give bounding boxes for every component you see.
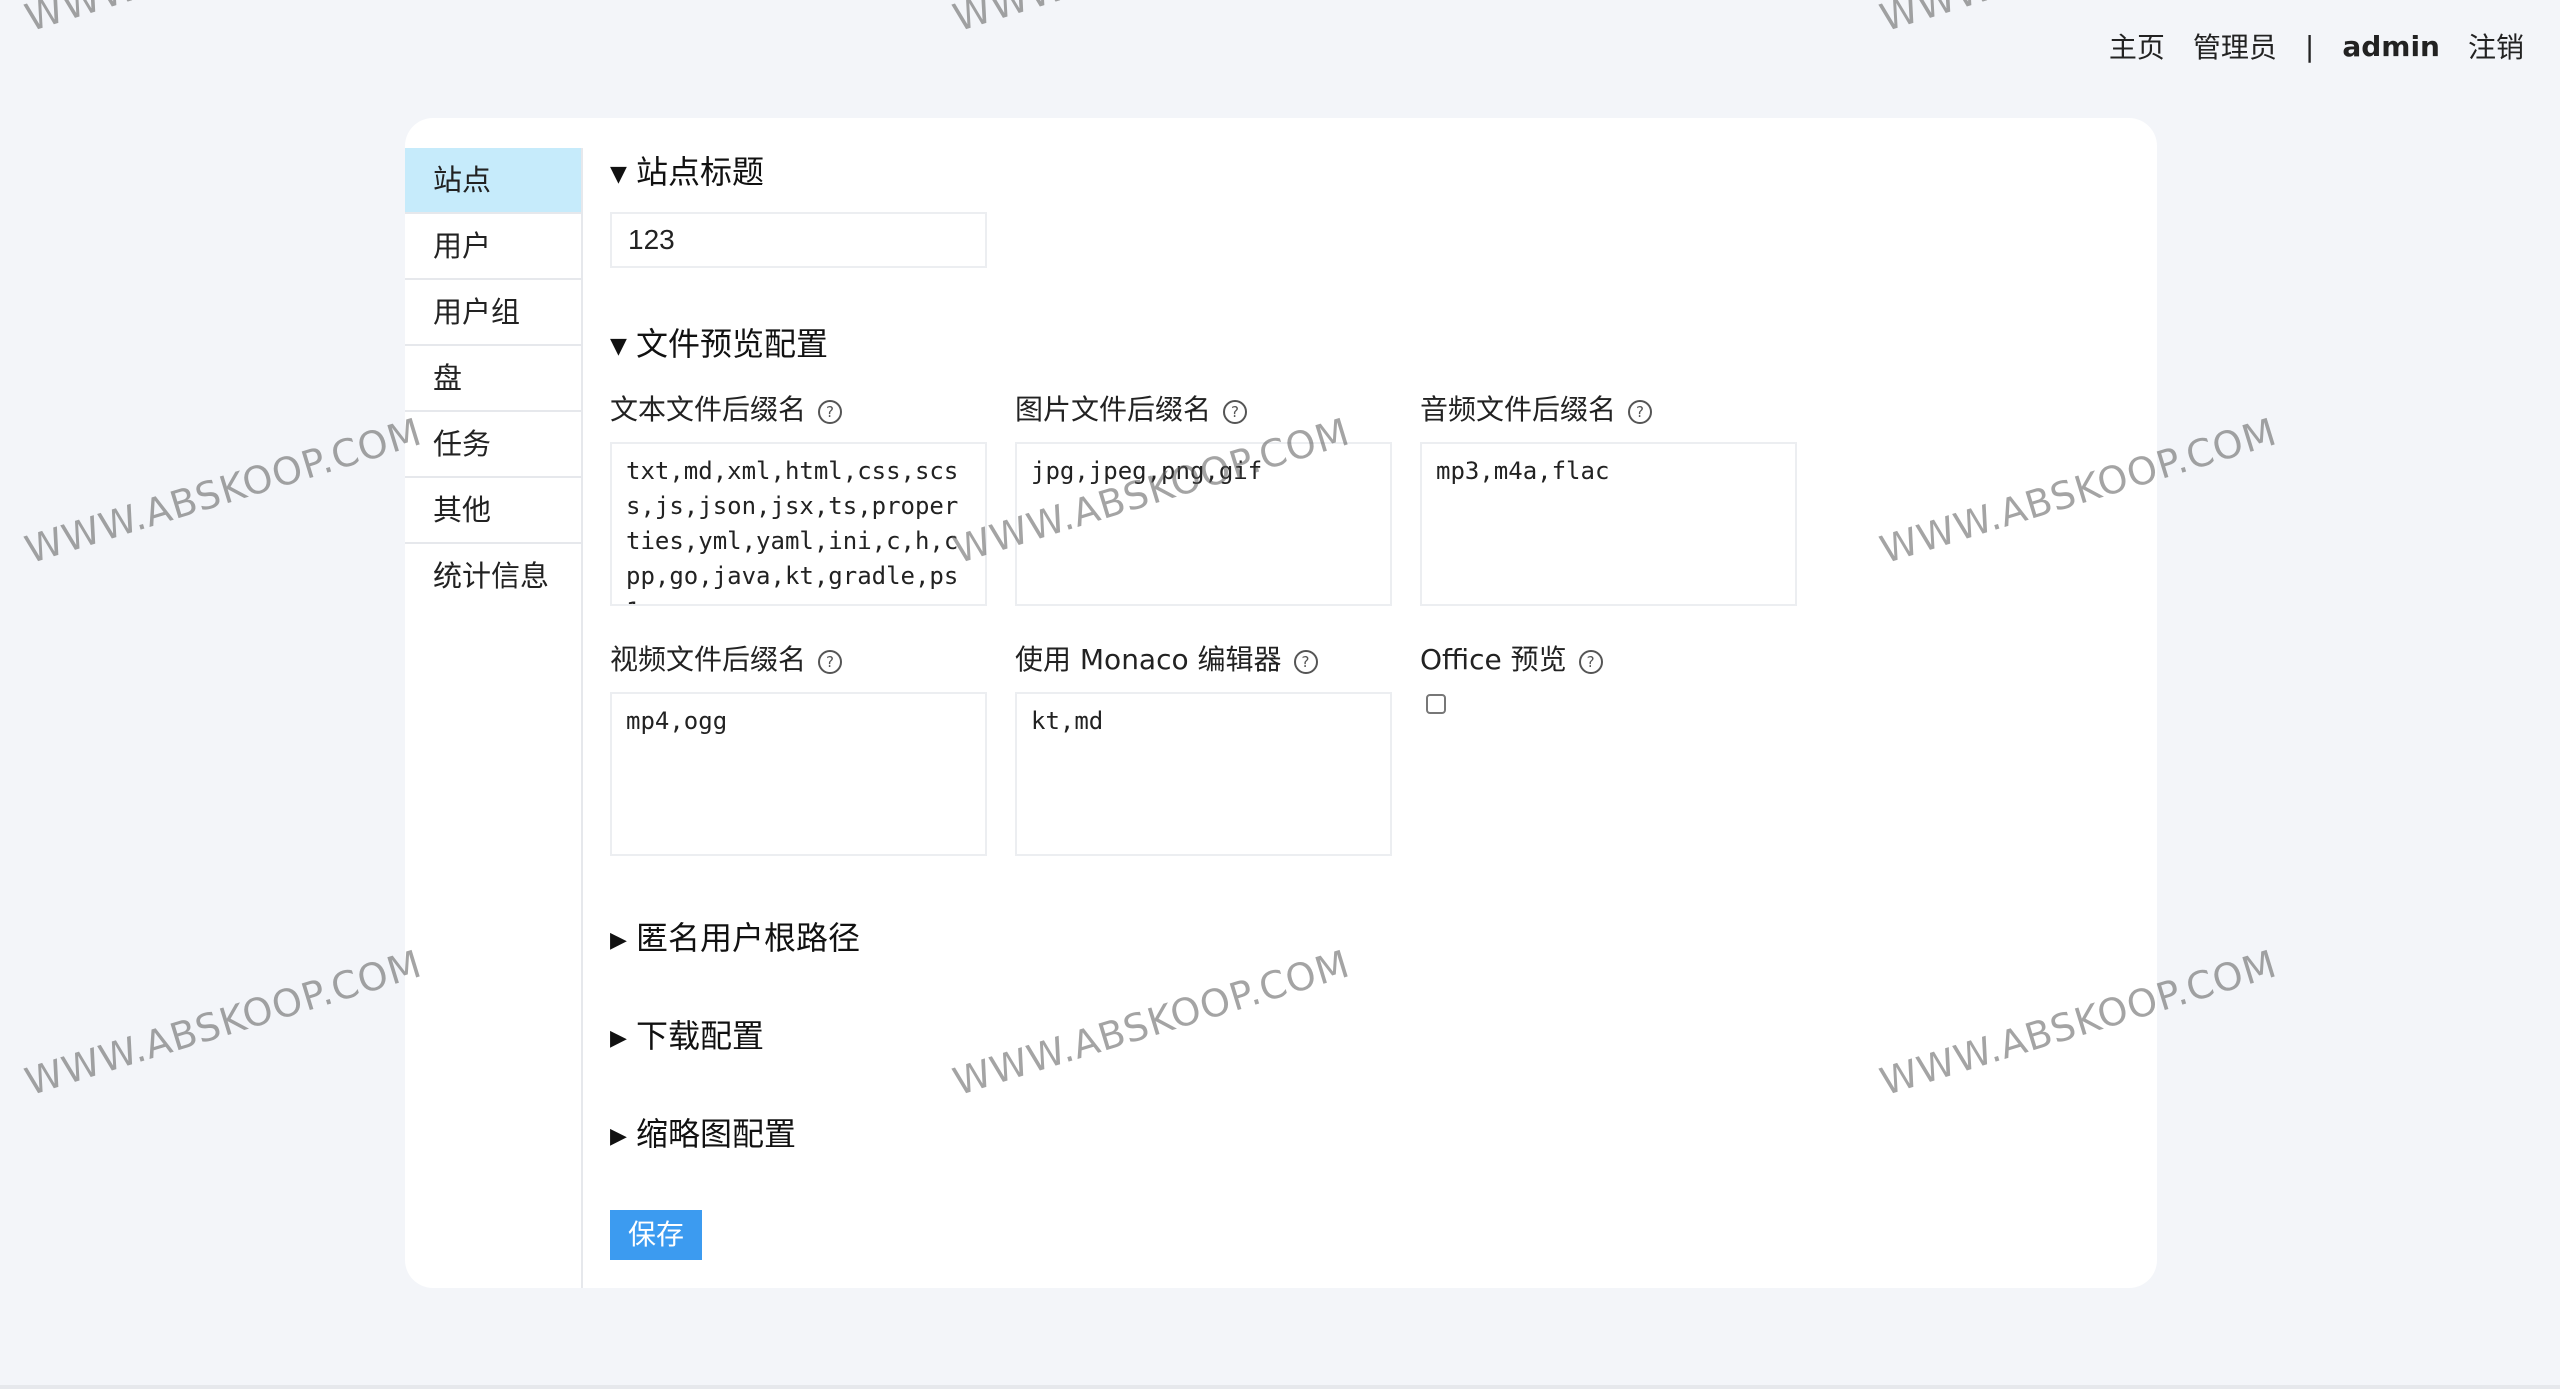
save-button[interactable]: 保存 <box>610 1210 702 1260</box>
help-icon[interactable]: ? <box>818 650 843 674</box>
watermark: WWW.ABSKOOP.COM <box>948 0 1355 40</box>
field-label-text: 文本文件后缀名 <box>610 393 807 426</box>
audio-ext-label: 音频文件后缀名? <box>1420 390 1825 430</box>
field-label-text: 图片文件后缀名 <box>1015 393 1212 426</box>
preview-section-toggle[interactable]: ▼ 文件预览配置 <box>610 320 2110 368</box>
monaco-textarea[interactable]: kt,md <box>1015 692 1392 856</box>
sidebar-item-statistics[interactable]: 统计信息 <box>405 544 581 608</box>
field-label-text: 音频文件后缀名 <box>1420 393 1617 426</box>
office-preview-field: Office 预览? <box>1420 640 1825 856</box>
collapsed-arrow-icon: ▶ <box>610 928 627 953</box>
office-preview-checkbox[interactable] <box>1426 694 1446 714</box>
section-title-label: 匿名用户根路径 <box>636 919 861 957</box>
sidebar-item-tasks[interactable]: 任务 <box>405 412 581 478</box>
sidebar-item-site[interactable]: 站点 <box>405 148 581 214</box>
nav-username: admin <box>2342 29 2440 63</box>
sidebar-item-users[interactable]: 用户 <box>405 214 581 280</box>
help-icon[interactable]: ? <box>1223 400 1248 424</box>
watermark: WWW.ABSKOOP.COM <box>20 409 427 573</box>
thumbnail-section-toggle[interactable]: ▶ 缩略图配置 <box>610 1110 2110 1158</box>
watermark: WWW.ABSKOOP.COM <box>20 0 427 40</box>
field-label-text: 使用 Monaco 编辑器 <box>1015 643 1282 676</box>
watermark: WWW.ABSKOOP.COM <box>20 941 427 1105</box>
video-ext-label: 视频文件后缀名? <box>610 640 1015 680</box>
text-ext-label: 文本文件后缀名? <box>610 390 1015 430</box>
video-ext-field: 视频文件后缀名? mp4,ogg <box>610 640 1015 856</box>
nav-admin-link[interactable]: 管理员 <box>2193 26 2277 66</box>
page: 主页 管理员 | admin 注销 站点 用户 用户组 盘 任务 其他 统计信息… <box>0 0 2560 1389</box>
collapsed-arrow-icon: ▶ <box>610 1124 627 1149</box>
sidebar-item-other[interactable]: 其他 <box>405 478 581 544</box>
top-nav: 主页 管理员 | admin 注销 <box>2109 26 2524 66</box>
section-title-label: 文件预览配置 <box>636 325 829 363</box>
nav-home-link[interactable]: 主页 <box>2109 26 2165 66</box>
audio-ext-field: 音频文件后缀名? mp3,m4a,flac <box>1420 390 1825 606</box>
expanded-arrow-icon: ▼ <box>610 162 627 187</box>
image-ext-field: 图片文件后缀名? jpg,jpeg,png,gif <box>1015 390 1420 606</box>
help-icon[interactable]: ? <box>1293 650 1318 674</box>
bottom-divider <box>0 1385 2560 1389</box>
text-ext-field: 文本文件后缀名? txt,md,xml,html,css,scss,js,jso… <box>610 390 1015 606</box>
section-title-label: 缩略图配置 <box>636 1115 797 1153</box>
text-ext-textarea[interactable]: txt,md,xml,html,css,scss,js,json,jsx,ts,… <box>610 442 987 606</box>
image-ext-textarea[interactable]: jpg,jpeg,png,gif <box>1015 442 1392 606</box>
office-preview-label: Office 预览? <box>1420 640 1825 680</box>
monaco-label: 使用 Monaco 编辑器? <box>1015 640 1420 680</box>
preview-fields-grid: 文本文件后缀名? txt,md,xml,html,css,scss,js,jso… <box>610 390 2110 856</box>
monaco-field: 使用 Monaco 编辑器? kt,md <box>1015 640 1420 856</box>
help-icon[interactable]: ? <box>818 400 843 424</box>
image-ext-label: 图片文件后缀名? <box>1015 390 1420 430</box>
settings-sidebar: 站点 用户 用户组 盘 任务 其他 统计信息 <box>405 148 583 1288</box>
expanded-arrow-icon: ▼ <box>610 334 627 359</box>
audio-ext-textarea[interactable]: mp3,m4a,flac <box>1420 442 1797 606</box>
settings-content: ▼ 站点标题 123 ▼ 文件预览配置 文本文件后缀名? txt,md,xml,ht… <box>610 148 2110 1260</box>
section-title-label: 站点标题 <box>636 153 765 191</box>
help-icon[interactable]: ? <box>1628 400 1653 424</box>
site-title-input[interactable]: 123 <box>610 212 987 268</box>
site-title-section-toggle[interactable]: ▼ 站点标题 <box>610 148 2110 196</box>
anon-root-section-toggle[interactable]: ▶ 匿名用户根路径 <box>610 914 2110 962</box>
settings-card: 站点 用户 用户组 盘 任务 其他 统计信息 ▼ 站点标题 123 ▼ 文件预览配置… <box>405 118 2157 1288</box>
sidebar-item-disks[interactable]: 盘 <box>405 346 581 412</box>
video-ext-textarea[interactable]: mp4,ogg <box>610 692 987 856</box>
section-title-label: 下载配置 <box>636 1017 765 1055</box>
nav-separator: | <box>2304 29 2315 63</box>
field-label-text: 视频文件后缀名 <box>610 643 807 676</box>
field-label-text: Office 预览 <box>1420 643 1567 676</box>
help-icon[interactable]: ? <box>1578 650 1603 674</box>
download-section-toggle[interactable]: ▶ 下载配置 <box>610 1012 2110 1060</box>
nav-logout-link[interactable]: 注销 <box>2468 26 2524 66</box>
sidebar-item-user-groups[interactable]: 用户组 <box>405 280 581 346</box>
collapsed-arrow-icon: ▶ <box>610 1026 627 1051</box>
